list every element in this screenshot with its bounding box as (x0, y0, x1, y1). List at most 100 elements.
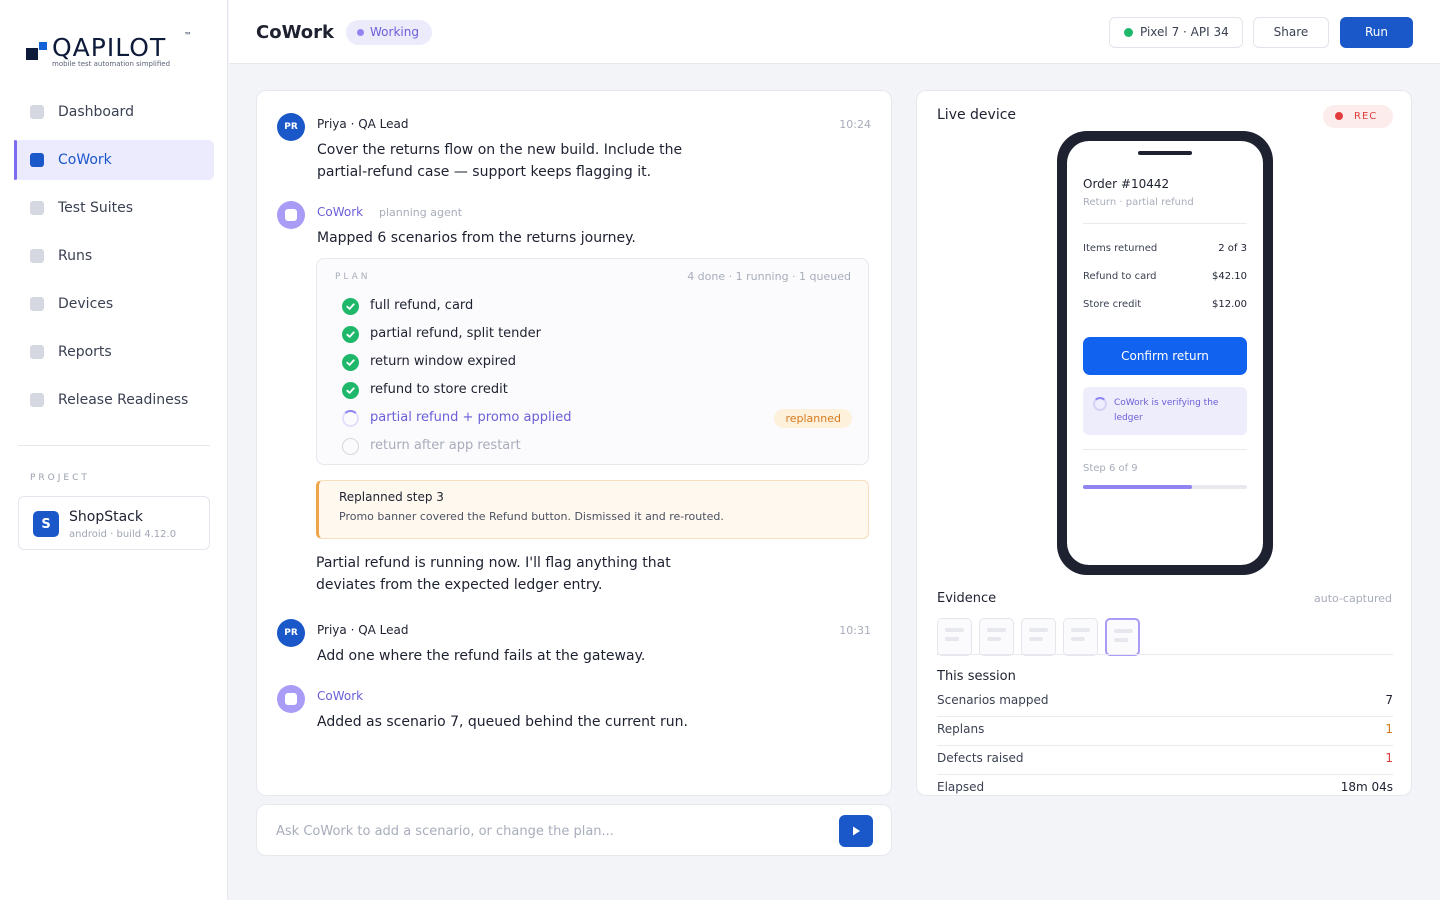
session-stat: Scenarios mapped 7 (937, 688, 1393, 717)
sidebar-item-test-suites[interactable]: Test Suites (14, 188, 214, 228)
plan-step[interactable]: full refund, card (342, 297, 852, 317)
session-stat: Defects raised 1 (937, 746, 1393, 775)
device-notch (1138, 151, 1192, 155)
sidebar-item-label: CoWork (58, 152, 112, 168)
chat-message-agent: CoWork Added as scenario 7, queued behin… (277, 685, 871, 735)
share-button[interactable]: Share (1253, 17, 1329, 48)
step-progress-bar (1083, 485, 1247, 489)
chat-message-agent: CoWork planning agent Mapped 6 scenarios… (277, 201, 871, 251)
page-title: CoWork (256, 22, 335, 43)
message-author: CoWork (317, 205, 364, 219)
sidebar-item-dashboard[interactable]: Dashboard (14, 92, 214, 132)
sidebar-item-reports[interactable]: Reports (14, 332, 214, 372)
step-progress-label: Step 6 of 9 (1083, 463, 1138, 474)
order-subtitle: Return · partial refund (1083, 197, 1194, 208)
evidence-note: auto-captured (1313, 592, 1392, 605)
message-text: Mapped 6 scenarios from the returns jour… (317, 230, 636, 246)
devices-icon (30, 297, 44, 311)
check-icon (342, 298, 359, 315)
evidence-thumbnail[interactable] (1105, 618, 1140, 656)
play-icon (853, 826, 860, 836)
stat-value: 1 (1385, 722, 1393, 736)
sidebar-nav: Dashboard CoWork Test Suites Runs Device… (14, 92, 214, 428)
thumbnail-line (1071, 628, 1090, 632)
sidebar-item-label: Dashboard (58, 104, 134, 120)
evidence-thumbnail[interactable] (937, 618, 972, 656)
device-selector[interactable]: Pixel 7 · API 34 (1109, 17, 1243, 48)
plan-label: PLAN (335, 272, 371, 282)
evidence-thumbnail[interactable] (1021, 618, 1056, 656)
message-author: Priya · QA Lead (317, 623, 409, 637)
divider (937, 654, 1393, 655)
sidebar-item-cowork[interactable]: CoWork (14, 140, 214, 180)
order-row-label: Refund to card (1083, 271, 1157, 282)
thumbnail-line (1114, 638, 1128, 642)
session-stat: Replans 1 (937, 717, 1393, 746)
order-row-label: Store credit (1083, 299, 1142, 310)
message-text: Add one where the refund fails at the ga… (317, 648, 646, 664)
plan-step-label: partial refund, split tender (370, 326, 542, 341)
stat-label: Defects raised (937, 751, 1024, 765)
avatar: PR (277, 113, 305, 141)
divider (1083, 223, 1247, 224)
plan-step[interactable]: return after app restart (342, 437, 852, 457)
evidence-title: Evidence (937, 591, 997, 606)
project-meta: android · build 4.12.0 (69, 529, 177, 540)
plan-step-label: return window expired (370, 354, 516, 369)
session-stat: Elapsed 18m 04s (937, 775, 1393, 795)
sidebar-item-devices[interactable]: Devices (14, 284, 214, 324)
plan-step[interactable]: partial refund + promo applied replanned (342, 409, 852, 429)
device-screen[interactable]: Order #10442 Return · partial refund Ite… (1067, 141, 1263, 565)
thumbnail-line (987, 628, 1006, 632)
thumbnail-line (1029, 628, 1048, 632)
runs-icon (30, 249, 44, 263)
thumbnail-line (1029, 637, 1043, 641)
project-switcher[interactable]: S ShopStack android · build 4.12.0 (18, 496, 210, 550)
stat-label: Scenarios mapped (937, 693, 1049, 707)
chat-input[interactable] (276, 819, 816, 843)
pending-circle-icon (342, 438, 359, 455)
notice-body: Promo banner covered the Refund button. … (339, 510, 724, 523)
evidence-thumbnail[interactable] (979, 618, 1014, 656)
recording-badge: REC (1323, 105, 1393, 128)
evidence-thumbnail[interactable] (1063, 618, 1098, 656)
sidebar-item-runs[interactable]: Runs (14, 236, 214, 276)
message-author: CoWork (317, 689, 364, 703)
brand-tagline: mobile test automation simplified (52, 60, 171, 68)
project-avatar: S (33, 511, 59, 537)
agent-avatar-icon (277, 201, 305, 229)
replanned-badge: replanned (774, 409, 852, 428)
sidebar-item-label: Devices (58, 296, 114, 312)
spinner-icon (1093, 397, 1107, 411)
plan-step[interactable]: partial refund, split tender (342, 325, 852, 345)
sidebar-item-label: Release Readiness (58, 392, 189, 408)
check-icon (342, 326, 359, 343)
cowork-icon (30, 153, 44, 167)
stat-label: Replans (937, 722, 985, 736)
plan-step[interactable]: refund to store credit (342, 381, 852, 401)
notice-title: Replanned step 3 (339, 490, 444, 504)
stat-value: 18m 04s (1340, 780, 1393, 794)
sidebar-item-release-readiness[interactable]: Release Readiness (14, 380, 214, 420)
order-title: Order #10442 (1083, 177, 1170, 191)
confirm-return-button[interactable]: Confirm return (1083, 337, 1247, 375)
dashboard-icon (30, 105, 44, 119)
message-text: Cover the returns flow on the new build.… (317, 142, 683, 180)
order-row: Store credit $12.00 (1083, 299, 1247, 310)
device-name: Pixel 7 · API 34 (1140, 25, 1229, 39)
order-row-value: $12.00 (1212, 299, 1247, 310)
order-row-label: Items returned (1083, 243, 1158, 254)
check-icon (342, 382, 359, 399)
avatar: PR (277, 619, 305, 647)
brand-logo[interactable]: QAPILOT ™ mobile test automation simplif… (26, 31, 206, 74)
thumbnail-line (987, 637, 1001, 641)
thumbnail-line (945, 637, 959, 641)
plan-step[interactable]: return window expired (342, 353, 852, 373)
agent-followup-text: Partial refund is running now. I'll flag… (316, 555, 671, 593)
plan-step-label: refund to store credit (370, 382, 508, 397)
order-row: Refund to card $42.10 (1083, 271, 1247, 282)
release-readiness-icon (30, 393, 44, 407)
send-button[interactable] (839, 815, 873, 847)
thumbnail-line (1071, 637, 1085, 641)
run-button[interactable]: Run (1340, 17, 1413, 48)
